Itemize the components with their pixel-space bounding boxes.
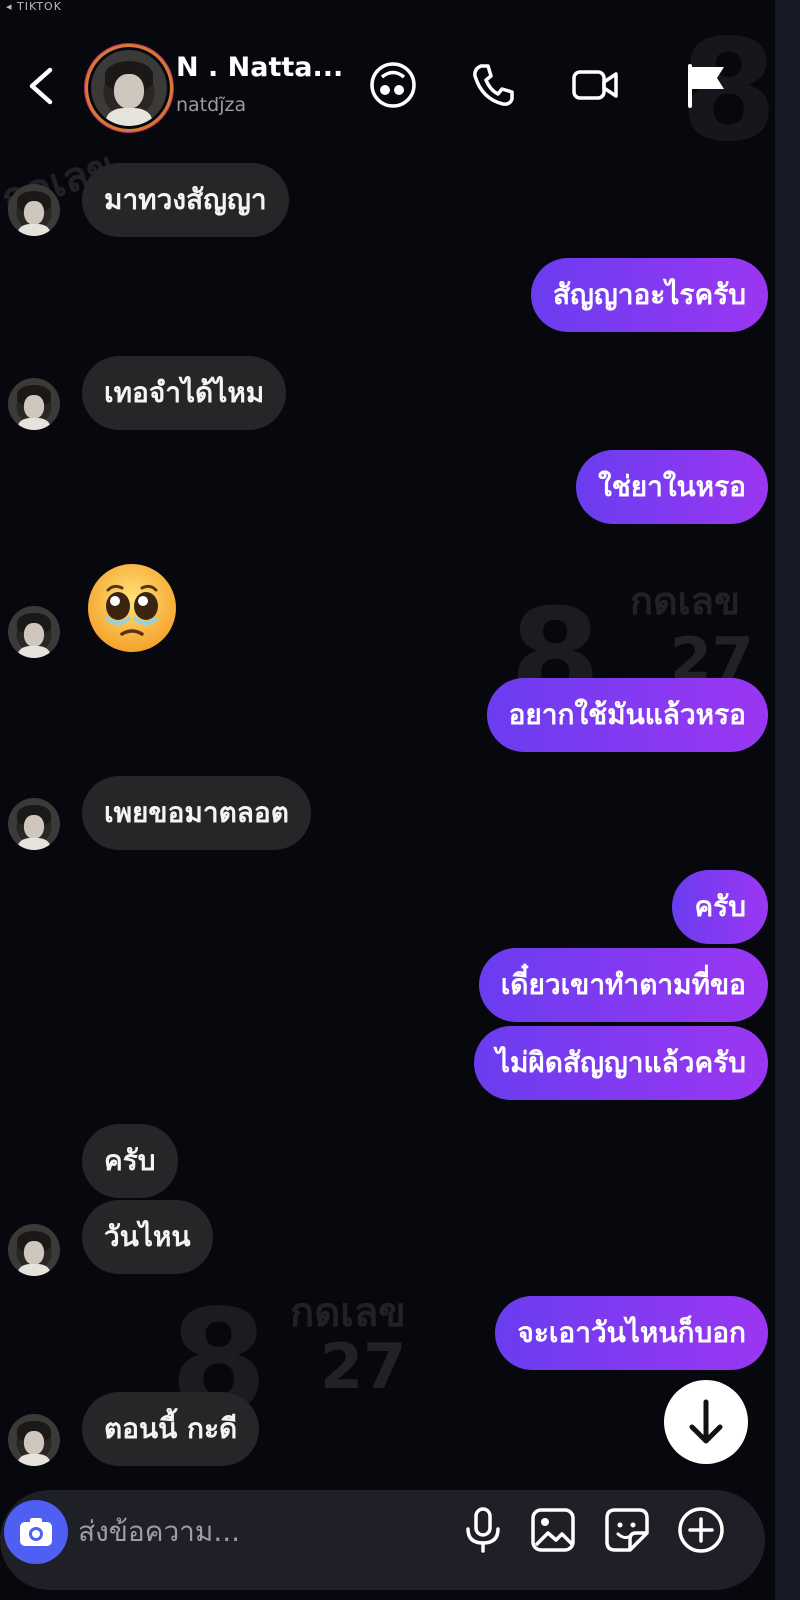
outgoing-message[interactable]: ไม่ผิดสัญญาแล้วครับ <box>473 1026 768 1100</box>
sender-avatar[interactable] <box>8 184 60 236</box>
watermark: 27 <box>320 1330 407 1403</box>
scroll-to-bottom-button[interactable] <box>664 1380 748 1464</box>
phone-icon[interactable] <box>466 58 520 112</box>
camera-button[interactable] <box>4 1500 68 1564</box>
sticker-icon[interactable] <box>600 1503 654 1557</box>
outgoing-message[interactable]: เดี๋ยวเขาทำตามที่ขอ <box>478 948 768 1022</box>
back-chevron-icon[interactable] <box>22 62 62 110</box>
pleading-face-emoji[interactable] <box>84 560 180 656</box>
incoming-message[interactable]: มาทวงสัญญา <box>82 163 289 237</box>
contact-handle: natdj̃za <box>176 94 247 116</box>
sender-avatar[interactable] <box>8 798 60 850</box>
outgoing-message[interactable]: จะเอาวันไหนก็บอก <box>495 1296 768 1370</box>
sender-avatar[interactable] <box>8 1414 60 1466</box>
arrow-down-icon <box>689 1399 723 1444</box>
chat-header: N . Natta... natdj̃za <box>0 0 800 170</box>
contact-avatar[interactable] <box>88 47 170 129</box>
outgoing-message[interactable]: อยากใช้มันแล้วหรอ <box>486 678 768 752</box>
sender-avatar[interactable] <box>8 378 60 430</box>
incoming-message[interactable]: เพยขอมาตลอต <box>82 776 311 850</box>
incoming-message[interactable]: ครับ <box>82 1124 178 1198</box>
sender-avatar[interactable] <box>8 1224 60 1276</box>
incoming-message[interactable]: ตอนนี้ กะดี <box>82 1392 260 1466</box>
incoming-message[interactable]: เทอจำได้ไหม <box>82 356 287 430</box>
camera-icon <box>20 1518 52 1546</box>
message-input[interactable]: ส่งข้อความ... <box>78 1510 240 1554</box>
add-icon[interactable] <box>674 1503 728 1557</box>
screen-edge <box>775 0 800 1600</box>
watermark: กดเลข <box>630 579 740 623</box>
microphone-icon[interactable] <box>456 1503 510 1557</box>
gallery-icon[interactable] <box>526 1503 580 1557</box>
contact-name[interactable]: N . Natta... <box>176 52 343 83</box>
outgoing-message[interactable]: ครับ <box>672 870 768 944</box>
anonymous-mode-icon[interactable] <box>366 58 420 112</box>
flag-icon[interactable] <box>680 58 734 112</box>
video-icon[interactable] <box>568 58 622 112</box>
incoming-message[interactable]: วันไหน <box>82 1200 213 1274</box>
outgoing-message[interactable]: สัญญาอะไรครับ <box>530 258 768 332</box>
sender-avatar[interactable] <box>8 606 60 658</box>
outgoing-message[interactable]: ใช่ยาในหรอ <box>576 450 768 524</box>
